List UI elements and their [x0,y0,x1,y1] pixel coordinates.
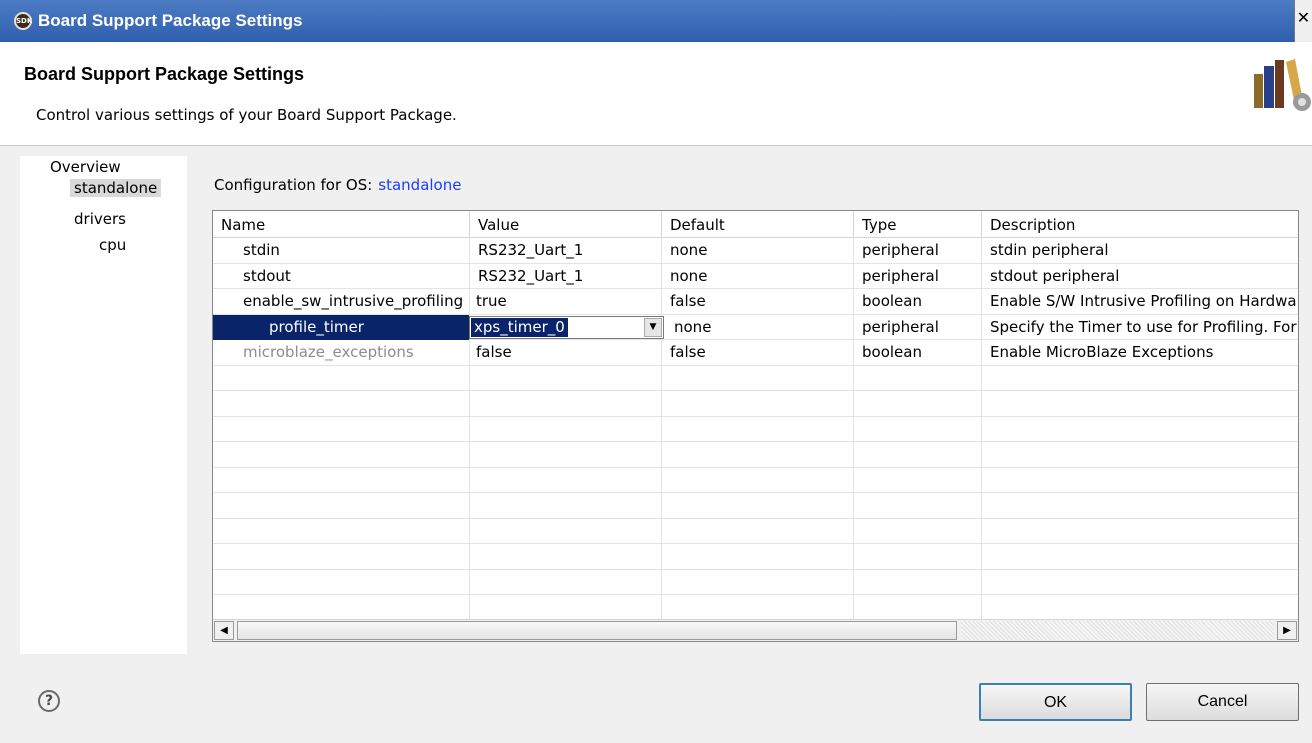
cell-name: stdin [213,238,470,263]
cancel-button[interactable]: Cancel [1146,683,1299,721]
empty-row [213,569,1298,595]
cell-description: stdout peripheral [990,266,1120,285]
empty-row [213,391,1298,417]
empty-row [213,493,1298,519]
window-title: Board Support Package Settings [38,11,303,30]
cell-default: false [662,289,854,314]
scroll-left-icon[interactable]: ◀ [214,621,234,640]
cell-description: stdin peripheral [990,241,1109,259]
cell-default: false [662,340,854,365]
scroll-right-icon[interactable]: ▶ [1277,621,1297,640]
cell-default: none [662,238,854,263]
cell-type: peripheral [854,238,982,263]
configuration-os-label: Configuration for OS: standalone [214,176,461,194]
empty-row [213,416,1298,442]
scroll-thumb[interactable] [237,621,957,640]
empty-row [213,544,1298,570]
column-header-type[interactable]: Type [854,211,982,238]
chevron-down-icon[interactable]: ▼ [644,317,662,337]
column-header-value[interactable]: Value [470,211,662,238]
scroll-track[interactable] [961,621,1274,640]
table-row[interactable]: enable_sw_intrusive_profiling true false… [213,289,1298,315]
dialog-header: Board Support Package Settings Control v… [0,42,1312,146]
empty-row [213,442,1298,468]
cell-description: Enable MicroBlaze Exceptions [990,343,1214,361]
table-row[interactable]: microblaze_exceptions false false boolea… [213,340,1298,366]
table-row[interactable]: stdin RS232_Uart_1 none peripheral stdin… [213,238,1298,264]
nav-item-overview[interactable]: Overview [50,158,121,176]
cell-value[interactable]: RS232_Uart_1 [470,238,662,263]
cell-name: microblaze_exceptions [213,340,470,365]
title-bar: SDK Board Support Package Settings ✕ [0,0,1312,42]
close-icon[interactable]: ✕ [1294,0,1312,42]
cell-default: none [662,314,854,340]
cell-name: stdout [213,263,470,289]
empty-row [213,518,1298,544]
cell-type: peripheral [854,314,982,340]
empty-row [213,595,1298,621]
empty-row [213,365,1298,391]
table-row[interactable]: stdout RS232_Uart_1 none peripheral stdo… [213,263,1298,289]
nav-item-drivers[interactable]: drivers [74,210,126,228]
configuration-label: Configuration for OS: [214,176,373,194]
settings-nav-tree: Overview standalone drivers cpu [20,156,187,654]
cell-name: enable_sw_intrusive_profiling [213,289,470,314]
table-header: Name Value Default Type Description [213,211,1298,238]
nav-item-standalone[interactable]: standalone [70,179,162,197]
os-name-link[interactable]: standalone [378,176,461,194]
ok-button[interactable]: OK [979,683,1132,721]
cell-value[interactable]: false [470,340,662,365]
empty-row [213,467,1298,493]
dialog-heading: Board Support Package Settings [24,64,305,84]
nav-item-cpu[interactable]: cpu [99,236,126,254]
cell-value[interactable]: RS232_Uart_1 [470,263,662,289]
combo-selected-value[interactable]: xps_timer_0 [471,317,568,337]
books-gear-icon [1254,59,1311,111]
cell-description: Enable S/W Intrusive Profiling on Hardwa [990,292,1297,310]
cell-default: none [662,263,854,289]
cell-type: boolean [854,289,982,314]
cell-type: boolean [854,340,982,365]
horizontal-scrollbar[interactable]: ◀ ▶ [213,619,1298,641]
column-header-name[interactable]: Name [213,211,470,238]
cell-value[interactable]: true [470,289,662,314]
sdk-app-icon: SDK [14,12,32,30]
column-header-default[interactable]: Default [662,211,854,238]
dialog-description: Control various settings of your Board S… [36,106,457,124]
column-header-description[interactable]: Description [982,211,1298,238]
help-icon[interactable]: ? [38,690,60,712]
cell-name: profile_timer [213,314,470,340]
table-row[interactable]: profile_timer xps_timer_0 ▼ none periphe… [213,314,1298,340]
settings-table: Name Value Default Type Description stdi… [212,210,1299,642]
cell-description: Specify the Timer to use for Profiling. … [990,317,1297,336]
value-combo-box[interactable]: xps_timer_0 ▼ [469,315,664,339]
cell-type: peripheral [854,263,982,289]
